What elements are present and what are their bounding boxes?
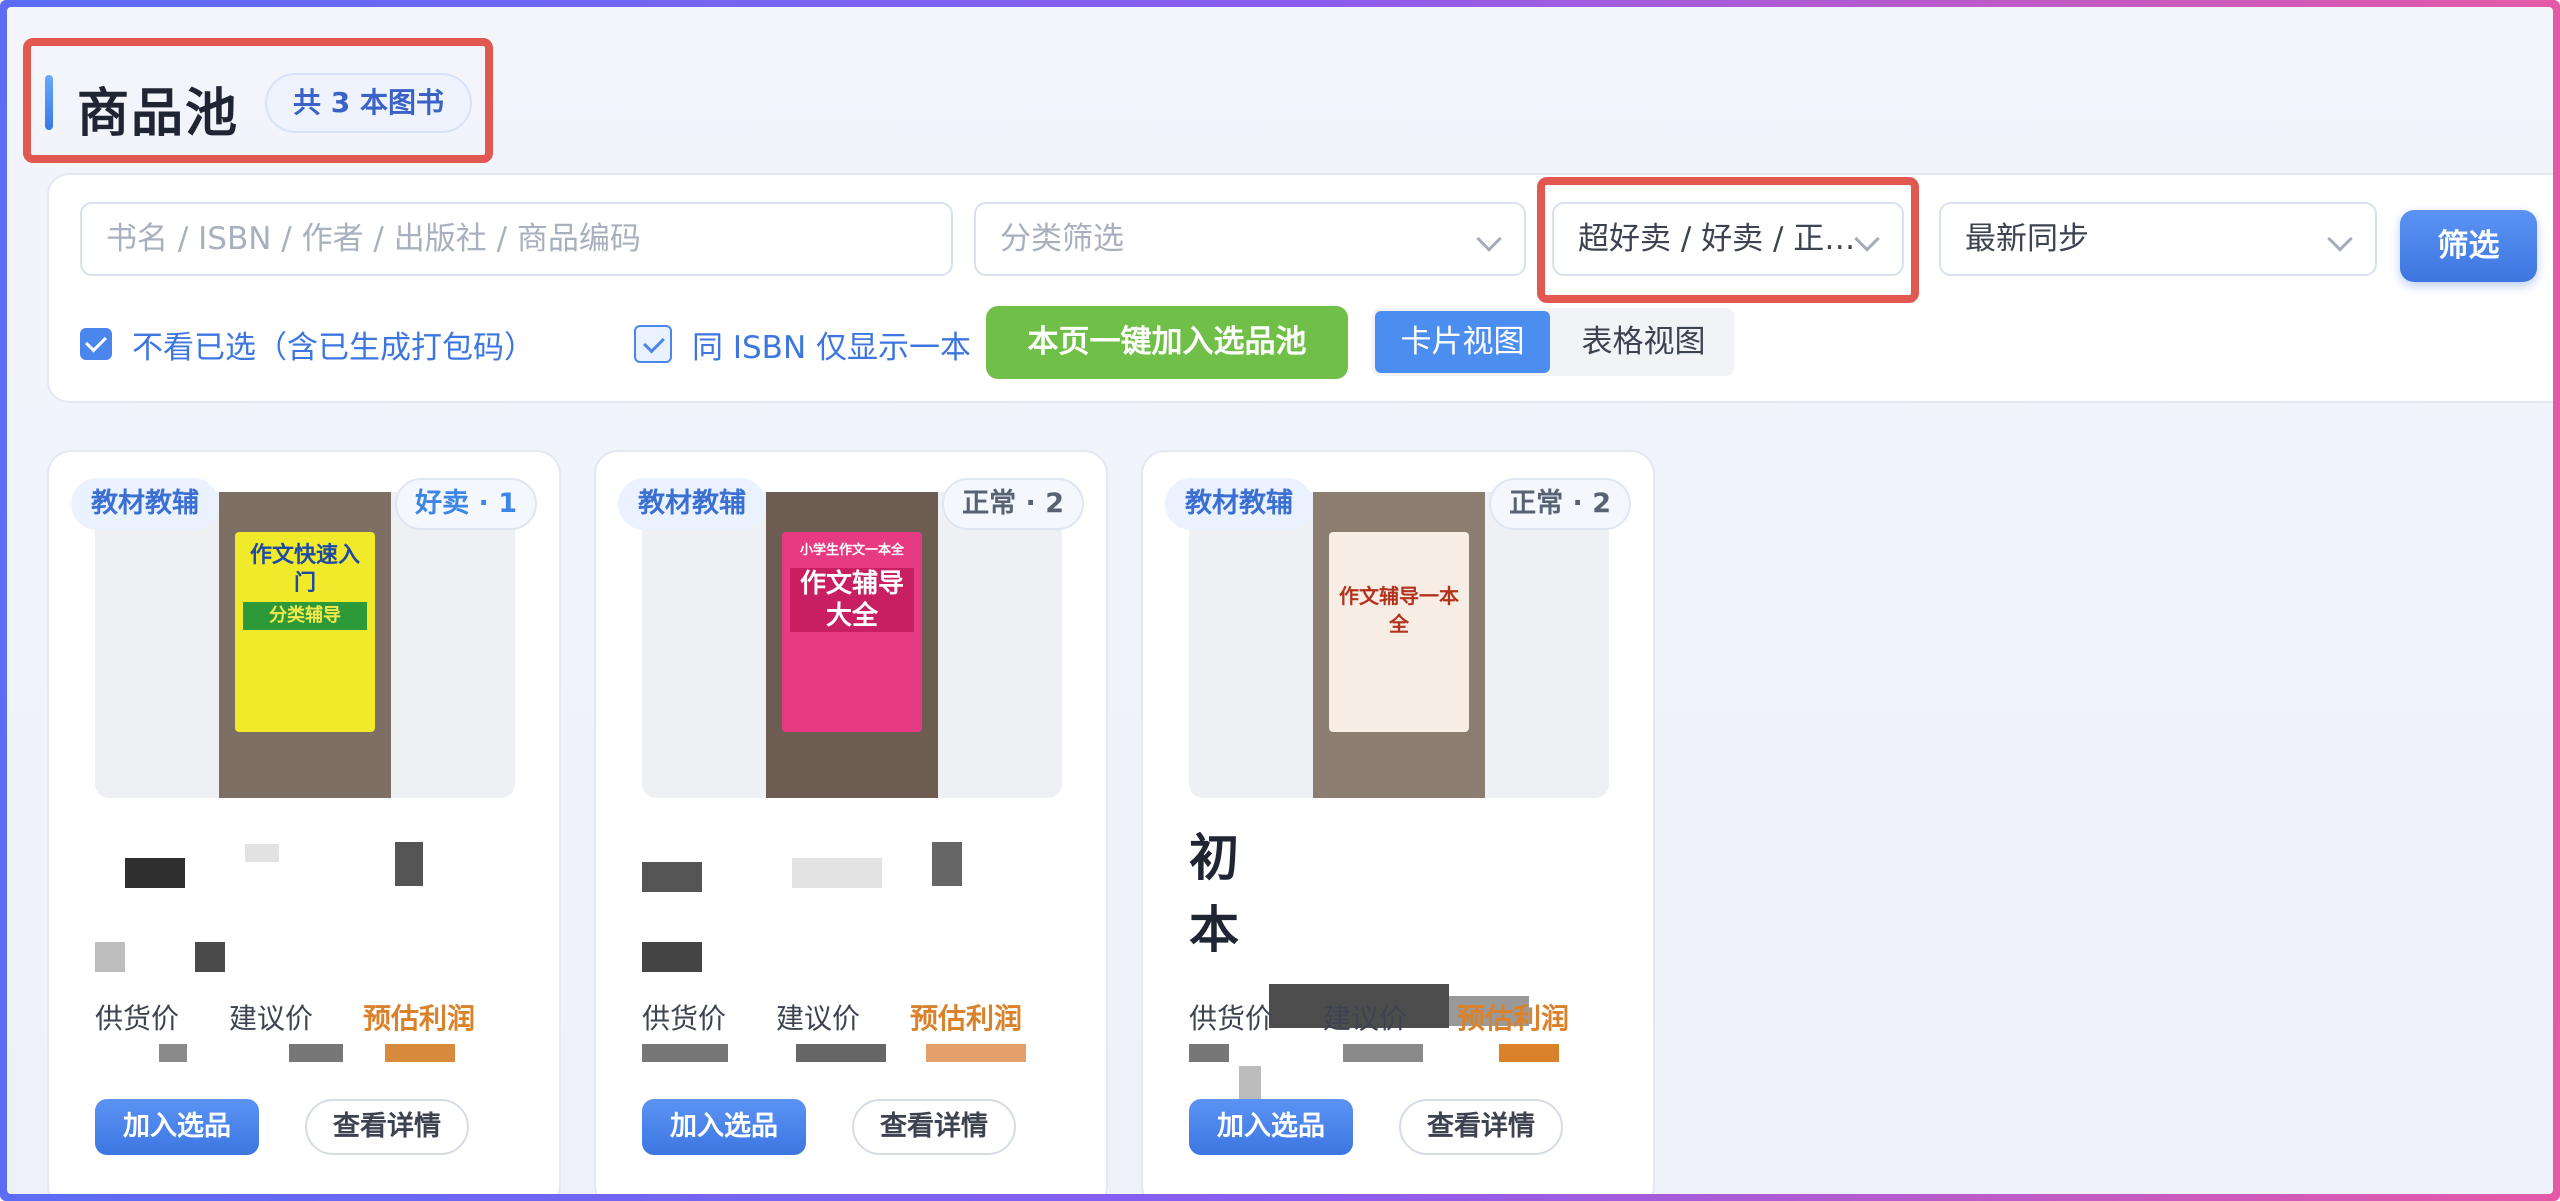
checkbox-checked-icon[interactable] — [80, 328, 112, 360]
profit-label: 预估利润 — [910, 1002, 1023, 1035]
book-cover: 作文快速入门 分类辅导 — [235, 532, 375, 732]
product-card: 作文快速入门 分类辅导 教材教辅 好卖 · 1 供货价 建议价 预估利润 加入选… — [47, 450, 561, 1194]
book-image: 作文辅导一本全 — [1189, 492, 1609, 798]
suggest-price-label: 建议价 — [229, 1002, 314, 1035]
product-card: 小学生作文一本全 作文辅导大全 教材教辅 正常 · 2 供货价 建议价 预估利润 — [594, 450, 1108, 1194]
sort-value: 最新同步 — [1965, 221, 2089, 257]
book-cover: 小学生作文一本全 作文辅导大全 — [782, 532, 922, 732]
profit-label: 预估利润 — [1457, 1002, 1570, 1035]
add-to-selection-button[interactable]: 加入选品 — [1189, 1099, 1353, 1155]
same-isbn-label: 同 ISBN 仅显示一本 — [692, 329, 971, 366]
status-badge: 正常 · 2 — [1489, 478, 1631, 530]
book-image: 作文快速入门 分类辅导 — [95, 492, 515, 798]
hide-selected-checkbox[interactable]: 不看已选（含已生成打包码） — [80, 319, 535, 369]
product-name-blurred — [95, 822, 515, 1012]
add-to-selection-button[interactable]: 加入选品 — [95, 1099, 259, 1155]
hide-selected-label: 不看已选（含已生成打包码） — [132, 329, 535, 366]
search-placeholder: 书名 / ISBN / 作者 / 出版社 / 商品编码 — [106, 221, 641, 257]
status-badge: 正常 · 2 — [942, 478, 1084, 530]
page-title: 商品池 — [77, 84, 240, 144]
suggest-price-label: 建议价 — [1323, 1002, 1408, 1035]
page: 商品池 共 3 本图书 书名 / ISBN / 作者 / 出版社 / 商品编码 … — [7, 7, 2553, 1194]
table-view-tab[interactable]: 表格视图 — [1556, 311, 1731, 373]
supply-price-label: 供货价 — [95, 1002, 180, 1035]
supply-price-label: 供货价 — [642, 1002, 727, 1035]
profit-label: 预估利润 — [363, 1002, 476, 1035]
price-labels: 供货价 建议价 预估利润 — [642, 997, 1062, 1037]
suggest-price-label: 建议价 — [776, 1002, 861, 1035]
card-view-tab[interactable]: 卡片视图 — [1375, 311, 1550, 373]
price-labels: 供货价 建议价 预估利润 — [1189, 997, 1609, 1037]
same-isbn-checkbox[interactable]: 同 ISBN 仅显示一本 — [634, 319, 971, 369]
add-to-selection-button[interactable]: 加入选品 — [642, 1099, 806, 1155]
supply-price-label: 供货价 — [1189, 1002, 1274, 1035]
product-name-blurred — [642, 822, 1062, 1012]
view-details-button[interactable]: 查看详情 — [852, 1099, 1016, 1155]
product-card: 作文辅导一本全 教材教辅 正常 · 2 初 本 供货价 建议价 预估利润 加入选… — [1141, 450, 1655, 1194]
book-image: 小学生作文一本全 作文辅导大全 — [642, 492, 1062, 798]
view-details-button[interactable]: 查看详情 — [1399, 1099, 1563, 1155]
window-frame: 商品池 共 3 本图书 书名 / ISBN / 作者 / 出版社 / 商品编码 … — [0, 0, 2560, 1201]
status-badge: 好卖 · 1 — [395, 478, 537, 530]
sales-level-highlight-box — [1537, 177, 1919, 303]
category-select[interactable]: 分类筛选 — [974, 202, 1526, 276]
count-badge: 共 3 本图书 — [265, 73, 472, 133]
product-name-line-2: 本 — [1189, 901, 1239, 959]
checkbox-checked-icon[interactable] — [634, 325, 672, 363]
price-labels: 供货价 建议价 预估利润 — [95, 997, 515, 1037]
sort-select[interactable]: 最新同步 — [1939, 202, 2377, 276]
category-placeholder: 分类筛选 — [1000, 221, 1124, 257]
view-toggle: 卡片视图 表格视图 — [1372, 308, 1734, 376]
product-name-line-1: 初 — [1189, 829, 1239, 887]
title-accent-bar — [45, 75, 53, 130]
search-input[interactable]: 书名 / ISBN / 作者 / 出版社 / 商品编码 — [80, 202, 953, 276]
filter-button[interactable]: 筛选 — [2400, 210, 2537, 282]
category-tag: 教材教辅 — [1165, 478, 1313, 530]
category-tag: 教材教辅 — [618, 478, 766, 530]
chevron-down-icon — [2327, 226, 2353, 252]
view-details-button[interactable]: 查看详情 — [305, 1099, 469, 1155]
product-name: 初 本 — [1189, 822, 1609, 1106]
add-page-to-pool-button[interactable]: 本页一键加入选品池 — [986, 306, 1348, 379]
chevron-down-icon — [1476, 226, 1502, 252]
book-cover: 作文辅导一本全 — [1329, 532, 1469, 732]
category-tag: 教材教辅 — [71, 478, 219, 530]
